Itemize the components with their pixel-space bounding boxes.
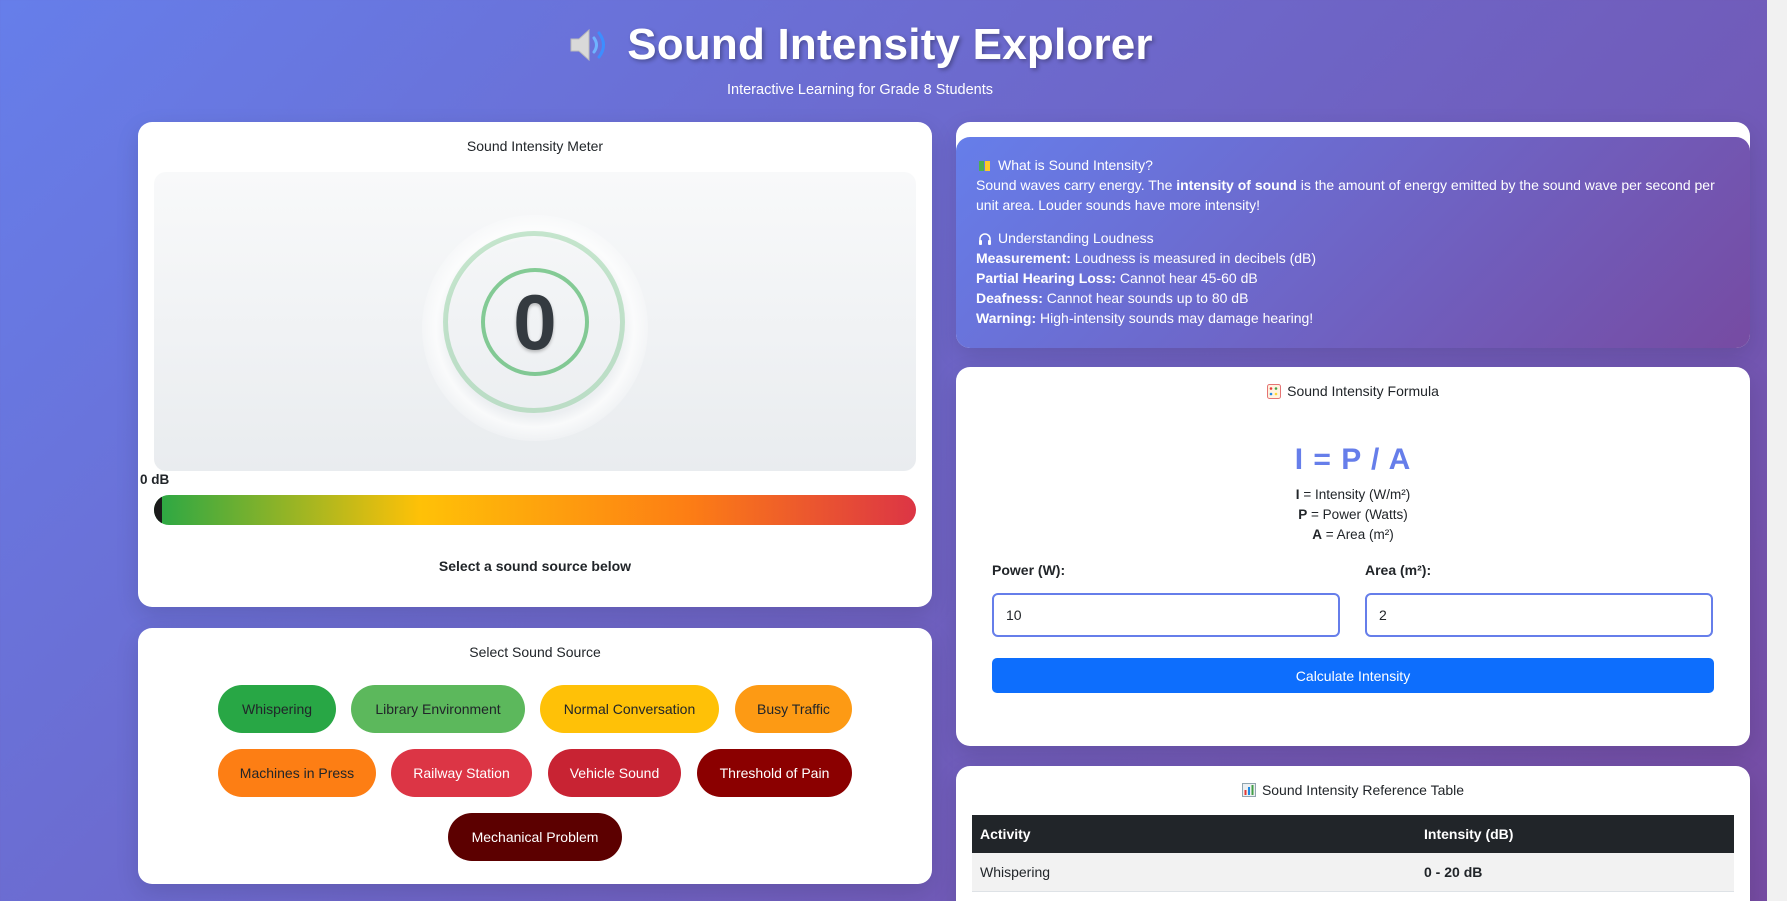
page-subtitle: Interactive Learning for Grade 8 Student… [727,82,993,98]
abacus-icon [1267,383,1282,399]
sound-source-card: Select Sound Source Whispering Library E… [138,628,932,884]
column-header-activity: Activity [972,815,1416,853]
sound-meter-card: Sound Intensity Meter 0 0 dB Select a so… [138,122,932,607]
table-header-row: Activity Intensity (dB) [972,815,1734,853]
area-label: Area (m²): [1365,562,1432,578]
table-row: Whispering 0 - 20 dB [972,853,1734,892]
formula-definitions: I = Intensity (W/m²) P = Power (Watts) A… [956,485,1750,545]
reference-card-title-text: Sound Intensity Reference Table [1261,782,1465,798]
formula-def-symbol: A [1312,527,1323,542]
db-level-bar [154,495,916,525]
loudness-heading: Understanding Loudness [976,228,1730,248]
meter-display: 0 [154,172,916,471]
what-is-bold: intensity of sound [1176,177,1297,193]
calculate-intensity-button[interactable]: Calculate Intensity [992,658,1714,693]
info-card: What is Sound Intensity? Sound waves car… [956,122,1750,348]
bar-chart-icon [1241,783,1256,797]
source-button-mechanical[interactable]: Mechanical Problem [448,813,622,861]
what-is-heading-text: What is Sound Intensity? [998,157,1153,173]
reference-table-card: Sound Intensity Reference Table Activity… [956,766,1750,901]
source-button-whispering[interactable]: Whispering [218,685,336,733]
formula-card: Sound Intensity Formula I = P / A I = In… [956,367,1750,746]
headphones-icon [978,231,992,245]
loudness-item: Measurement: Loudness is measured in dec… [976,248,1730,268]
what-is-text-part: Sound waves carry energy. The [976,177,1177,193]
table-cell-intensity: 0 - 20 dB [1416,853,1734,892]
page-header: Sound Intensity Explorer Interactive Lea… [0,20,1720,98]
loudness-item-label: Warning: [976,310,1037,326]
formula-def-text: = Intensity (W/m²) [1299,487,1411,502]
source-button-machines[interactable]: Machines in Press [218,749,376,797]
loudness-item: Warning: High-intensity sounds may damag… [976,308,1730,328]
what-is-heading: What is Sound Intensity? [976,155,1730,175]
loudness-item-text: Loudness is measured in decibels (dB) [1070,250,1317,266]
what-is-text: Sound waves carry energy. The intensity … [976,175,1730,215]
source-button-vehicle[interactable]: Vehicle Sound [548,749,681,797]
title-row: Sound Intensity Explorer [0,20,1720,70]
formula-def-text: = Area (m²) [1322,527,1394,542]
power-label: Power (W): [992,562,1066,578]
source-button-library[interactable]: Library Environment [351,685,525,733]
loudness-item: Deafness: Cannot hear sounds up to 80 dB [976,288,1730,308]
loudness-item-label: Deafness: [976,290,1043,306]
formula-equation: I = P / A [1294,443,1412,476]
loudness-item-text: Cannot hear sounds up to 80 dB [1042,290,1249,306]
table-cell-activity: Whispering [972,853,1416,892]
source-button-conversation[interactable]: Normal Conversation [540,685,719,733]
power-input[interactable] [992,593,1340,637]
page-title: Sound Intensity Explorer [627,20,1153,69]
loudness-heading-text: Understanding Loudness [998,230,1154,246]
loudness-item: Partial Hearing Loss: Cannot hear 45-60 … [976,268,1730,288]
formula-def: A = Area (m²) [956,525,1750,545]
formula-def-symbol: P [1298,507,1308,522]
area-input[interactable] [1365,593,1713,637]
formula-card-title: Sound Intensity Formula [956,383,1750,399]
source-button-pain[interactable]: Threshold of Pain [697,749,852,797]
info-panel: What is Sound Intensity? Sound waves car… [956,137,1750,348]
meter-prompt: Select a sound source below [438,558,632,574]
meter-value: 0 [513,277,557,366]
formula-def-text: = Power (Watts) [1307,507,1408,522]
db-readout: 0 dB [140,472,170,487]
source-button-traffic[interactable]: Busy Traffic [735,685,852,733]
loudness-item-text: Cannot hear 45-60 dB [1116,270,1258,286]
book-icon [978,158,992,172]
loudness-item-label: Measurement: [976,250,1071,266]
reference-card-title: Sound Intensity Reference Table [956,782,1750,798]
meter-card-title: Sound Intensity Meter [466,138,604,154]
page-scrollbar[interactable] [1767,0,1787,901]
formula-card-title-text: Sound Intensity Formula [1287,383,1439,399]
formula-def: I = Intensity (W/m²) [956,485,1750,505]
speaker-icon [567,25,611,65]
loudness-item-label: Partial Hearing Loss: [976,270,1117,286]
loudness-item-text: High-intensity sounds may damage hearing… [1036,310,1314,326]
source-card-title: Select Sound Source [469,644,601,660]
column-header-intensity: Intensity (dB) [1416,815,1734,853]
db-level-fill [154,495,162,525]
reference-table: Activity Intensity (dB) Whispering 0 - 2… [972,815,1734,892]
formula-def: P = Power (Watts) [956,505,1750,525]
source-button-railway[interactable]: Railway Station [391,749,532,797]
